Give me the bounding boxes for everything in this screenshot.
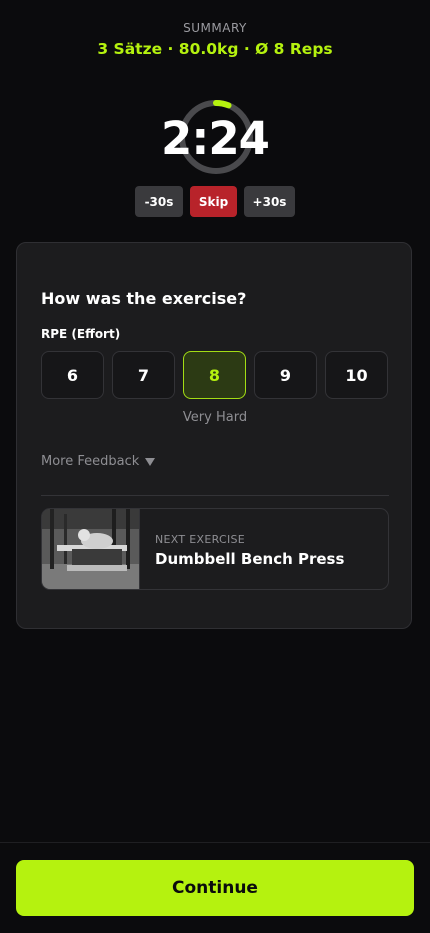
more-feedback-label: More Feedback [41, 454, 140, 469]
rpe-option-9[interactable]: 9 [254, 351, 317, 399]
rpe-option-6[interactable]: 6 [41, 351, 104, 399]
feedback-card: How was the exercise? RPE (Effort) 6 7 8… [16, 242, 412, 629]
rest-timer: 2:24 [161, 98, 270, 178]
rpe-option-10[interactable]: 10 [325, 351, 388, 399]
minus-30s-button[interactable]: -30s [135, 186, 183, 217]
skip-button[interactable]: Skip [190, 186, 237, 217]
summary-label: SUMMARY [183, 21, 247, 35]
next-exercise-label: NEXT EXERCISE [155, 533, 246, 546]
plus-30s-button[interactable]: +30s [244, 186, 295, 217]
more-feedback-toggle[interactable]: More Feedback [41, 454, 156, 469]
divider [41, 495, 389, 496]
rpe-option-8[interactable]: 8 [183, 351, 246, 399]
rpe-label: RPE (Effort) [41, 327, 121, 341]
next-exercise-name: Dumbbell Bench Press [155, 550, 345, 568]
caret-down-icon [145, 457, 156, 466]
rpe-option-7[interactable]: 7 [112, 351, 175, 399]
timer-value: 2:24 [161, 112, 270, 165]
feedback-title: How was the exercise? [41, 289, 247, 308]
rpe-description: Very Hard [182, 410, 248, 425]
rpe-options: 6 7 8 9 10 [41, 351, 388, 399]
exercise-thumbnail-image [42, 509, 140, 589]
next-exercise-card[interactable]: NEXT EXERCISE Dumbbell Bench Press [41, 508, 389, 590]
timer-controls: -30s Skip +30s [0, 186, 430, 217]
summary-section: SUMMARY 3 Sätze · 80.0kg · Ø 8 Reps [0, 21, 430, 58]
continue-button[interactable]: Continue [16, 860, 414, 916]
bottom-bar: Continue [0, 842, 430, 933]
summary-stats: 3 Sätze · 80.0kg · Ø 8 Reps [97, 40, 333, 58]
